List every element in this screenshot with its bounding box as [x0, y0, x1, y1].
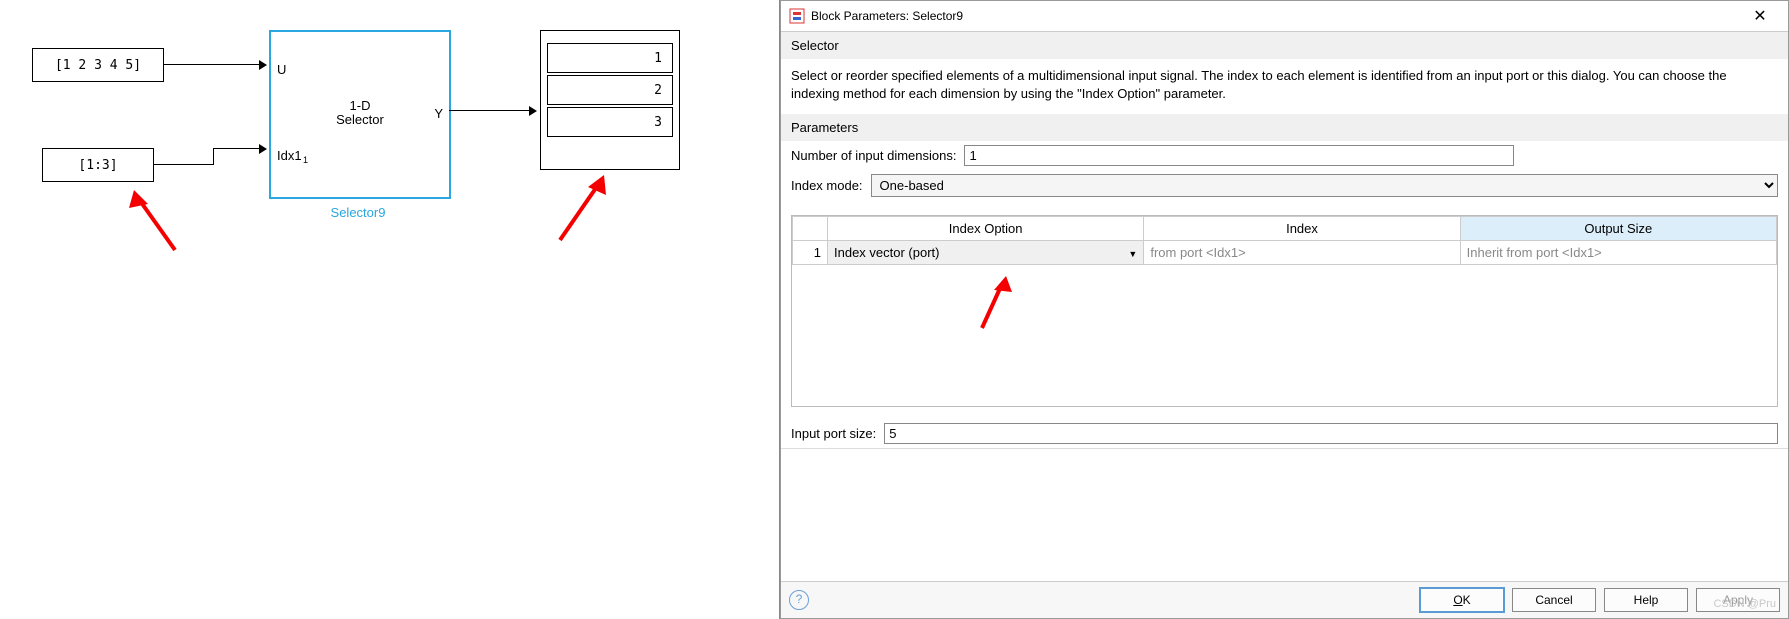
output-size-cell: Inherit from port <Idx1> [1460, 241, 1776, 265]
constant-1-value: [1 2 3 4 5] [55, 58, 141, 73]
port-y-label: Y [434, 106, 443, 121]
port-idx-label: Idx1 [277, 148, 302, 163]
display-block[interactable]: 1 2 3 [540, 30, 680, 170]
chevron-down-icon: ▼ [1128, 249, 1137, 259]
constant-2-value: [1:3] [78, 158, 117, 173]
constant-block-1[interactable]: [1 2 3 4 5] [32, 48, 164, 82]
index-cell: from port <Idx1> [1144, 241, 1460, 265]
wire [153, 164, 213, 165]
row-number: 1 [793, 241, 828, 265]
arrowhead-icon [259, 144, 267, 154]
dialog-footer: ? OK Cancel Help Apply [781, 581, 1788, 618]
wire [163, 64, 261, 65]
col-output-size[interactable]: Output Size [1460, 217, 1776, 241]
titlebar[interactable]: Block Parameters: Selector9 ✕ [781, 1, 1788, 32]
wire [213, 148, 261, 149]
annotation-arrow-icon [972, 276, 1032, 336]
selector-title-2: Selector [271, 112, 449, 127]
display-row: 3 [547, 107, 673, 137]
index-table[interactable]: Index Option Index Output Size 1 Index v… [791, 215, 1778, 407]
display-row: 1 [547, 43, 673, 73]
selector-block-name: Selector9 [269, 205, 447, 220]
wire [213, 148, 214, 165]
help-icon[interactable]: ? [789, 590, 809, 610]
col-index-option[interactable]: Index Option [828, 217, 1144, 241]
index-mode-label: Index mode: [791, 178, 863, 193]
section-selector: Selector [781, 32, 1788, 59]
port-idx-subscript: 1 [303, 155, 308, 165]
num-dimensions-input[interactable] [964, 145, 1514, 166]
close-button[interactable]: ✕ [1740, 2, 1780, 30]
constant-block-2[interactable]: [1:3] [42, 148, 154, 182]
block-parameters-dialog: Block Parameters: Selector9 ✕ Selector S… [780, 0, 1789, 619]
help-button[interactable]: Help [1604, 588, 1688, 612]
simulink-icon [789, 8, 805, 24]
annotation-arrow-icon [550, 175, 630, 255]
dialog-title: Block Parameters: Selector9 [811, 9, 1740, 23]
section-parameters: Parameters [781, 114, 1788, 141]
num-dimensions-label: Number of input dimensions: [791, 148, 956, 163]
simulink-canvas[interactable]: [1 2 3 4 5] [1:3] U Idx1 1 1-D Selector … [0, 0, 780, 619]
wire [449, 110, 531, 111]
input-port-size-input[interactable] [884, 423, 1778, 444]
arrowhead-icon [529, 106, 537, 116]
cancel-button[interactable]: Cancel [1512, 588, 1596, 612]
annotation-arrow-icon [120, 190, 200, 270]
apply-button[interactable]: Apply [1696, 588, 1780, 612]
selector-title-1: 1-D [271, 98, 449, 113]
index-option-cell[interactable]: Index vector (port)▼ [828, 241, 1144, 265]
ok-button[interactable]: OK [1420, 588, 1504, 612]
arrowhead-icon [259, 60, 267, 70]
display-row: 2 [547, 75, 673, 105]
selector-description: Select or reorder specified elements of … [781, 59, 1788, 114]
col-index[interactable]: Index [1144, 217, 1460, 241]
input-port-size-label: Input port size: [791, 426, 876, 441]
selector-block[interactable]: U Idx1 1 1-D Selector Y [269, 30, 451, 199]
index-mode-select[interactable]: One-based [871, 174, 1778, 197]
port-u-label: U [277, 62, 286, 77]
